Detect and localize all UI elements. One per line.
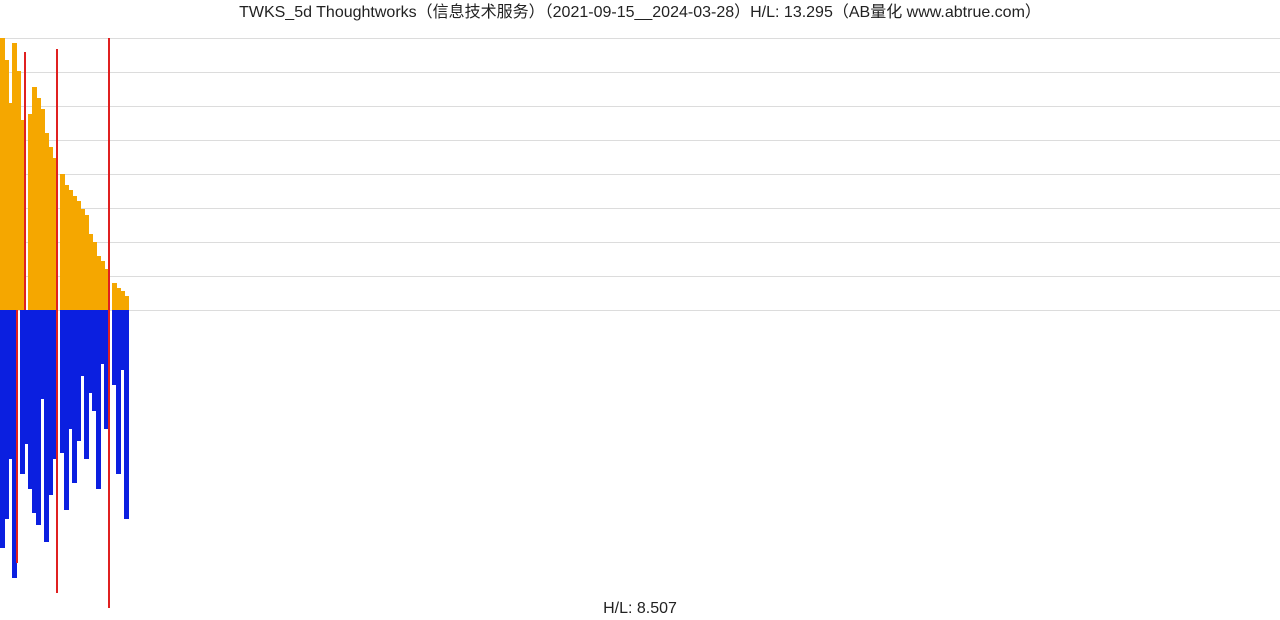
chart-title: TWKS_5d Thoughtworks（信息技术服务）（2021-09-15_… [0, 0, 1280, 24]
bottom-bar-accent [56, 310, 58, 593]
bottom-panel [0, 310, 1280, 608]
bottom-bar-accent [108, 310, 110, 608]
top-bar [124, 296, 129, 310]
top-bar-accent [24, 52, 26, 310]
top-bar-accent [56, 49, 58, 310]
bottom-bar [124, 310, 129, 519]
chart-footer: H/L: 8.507 [0, 598, 1280, 620]
bottom-bar-accent [16, 310, 18, 563]
top-bar-accent [108, 38, 110, 310]
top-panel [0, 38, 1280, 310]
